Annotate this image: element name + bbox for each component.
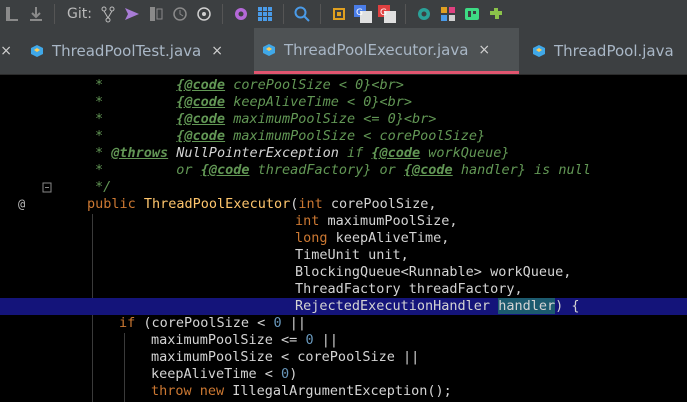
- svg-text:G: G: [380, 8, 387, 18]
- project-structure-icon[interactable]: [253, 2, 277, 26]
- editor-tab-bar: × ThreadPoolTest.java × ThreadPoolExecut…: [0, 28, 687, 75]
- java-class-icon: [533, 45, 545, 57]
- commit-icon[interactable]: [24, 2, 48, 26]
- tab-previous-close[interactable]: ×: [0, 28, 12, 74]
- selected-identifier[interactable]: handler: [498, 298, 556, 314]
- toolbar-divider: [282, 4, 284, 24]
- svg-text:G: G: [356, 8, 363, 18]
- code-line: public ThreadPoolExecutor(int corePoolSi…: [87, 196, 437, 212]
- code-line: * {@code corePoolSize < 0}<br>: [95, 77, 404, 93]
- plugins-puzzle-icon[interactable]: [484, 2, 508, 26]
- history-icon[interactable]: [168, 2, 192, 26]
- code-line: * {@code maximumPoolSize <= 0}<br>: [95, 111, 437, 127]
- main-toolbar: Git: G G: [0, 0, 687, 28]
- code-editor[interactable]: @ * {@code corePoolSize < 0}<br> * {@cod…: [0, 75, 687, 402]
- current-line-highlight: RejectedExecutionHandler handler) {: [0, 298, 687, 315]
- tab-label: ThreadPool.java: [554, 42, 674, 60]
- settings-gear-icon[interactable]: [229, 2, 253, 26]
- code-line: TimeUnit unit,: [295, 247, 409, 263]
- code-line: */: [95, 179, 112, 195]
- tab-label: ThreadPoolTest.java: [52, 42, 202, 60]
- compare-icon[interactable]: [144, 2, 168, 26]
- code-line: int maximumPoolSize,: [295, 213, 458, 229]
- code-line: ThreadFactory threadFactory,: [295, 281, 523, 297]
- plugin-grid-icon[interactable]: [436, 2, 460, 26]
- toolbar-divider: [319, 4, 321, 24]
- code-line: BlockingQueue<Runnable> workQueue,: [295, 264, 572, 280]
- search-icon[interactable]: [290, 2, 314, 26]
- toolbar-divider: [221, 4, 223, 24]
- code-line: maximumPoolSize < corePoolSize ||: [151, 349, 420, 365]
- code-line: keepAliveTime < 0): [151, 366, 298, 382]
- translate-icon[interactable]: G: [351, 2, 375, 26]
- run-status-icon[interactable]: [412, 2, 436, 26]
- android-icon[interactable]: [460, 2, 484, 26]
- toolbar-divider: [54, 4, 55, 24]
- code-line: if (corePoolSize < 0 ||: [119, 315, 306, 331]
- code-line: * {@code keepAliveTime < 0}<br>: [95, 94, 413, 110]
- update-project-icon[interactable]: [0, 2, 24, 26]
- code-line: * or {@code threadFactory} or {@code han…: [95, 162, 591, 178]
- code-line: maximumPoolSize <= 0 ||: [151, 332, 338, 348]
- push-icon[interactable]: [120, 2, 144, 26]
- cpu-plugin-icon[interactable]: [327, 2, 351, 26]
- tab-threadpooltest[interactable]: ThreadPoolTest.java ×: [30, 28, 223, 74]
- rollback-icon[interactable]: [192, 2, 216, 26]
- git-label: Git:: [67, 6, 92, 22]
- close-icon[interactable]: ×: [0, 43, 12, 59]
- code-line: * @throws NullPointerException if {@code…: [95, 145, 510, 161]
- code-line: * {@code maximumPoolSize < corePoolSize}: [95, 128, 486, 144]
- translate-alt-icon[interactable]: G: [375, 2, 399, 26]
- branch-icon[interactable]: [96, 2, 120, 26]
- java-class-icon: [31, 45, 43, 57]
- tab-threadpoolexecutor[interactable]: ThreadPoolExecutor.java ×: [254, 28, 519, 74]
- close-icon[interactable]: ×: [478, 42, 490, 58]
- tab-label: ThreadPoolExecutor.java: [284, 40, 469, 59]
- toolbar-divider: [404, 4, 406, 24]
- close-icon[interactable]: ×: [211, 43, 223, 59]
- code-line: throw new IllegalArgumentException();: [151, 383, 452, 399]
- code-line: long keepAliveTime,: [295, 230, 450, 246]
- java-class-icon: [263, 43, 275, 56]
- tab-threadpool[interactable]: ThreadPool.java: [532, 28, 674, 74]
